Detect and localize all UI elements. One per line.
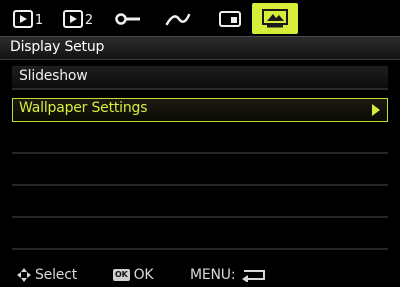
section-header: Display Setup [0,36,400,60]
hint-select: Select [16,267,77,283]
connection-cable-icon [165,13,191,26]
tab-number: 2 [84,13,94,28]
camera-menu-screen: 1 2 Display Setup Slideshow Wallpaper Se… [0,0,400,287]
memory-card-icon [219,11,241,27]
empty-row-divider [12,216,388,218]
page-title: Display Setup [10,39,105,55]
tab-memory-card[interactable] [210,6,250,32]
menu-item-label: Wallpaper Settings [19,100,148,116]
button-hint-bar: Select OK OK MENU: [0,262,400,287]
ok-button-icon: OK [113,269,130,281]
hint-select-label: Select [35,267,77,283]
hint-ok-label: OK [133,267,154,283]
menu-tab-bar: 1 2 [0,0,400,36]
menu-item-wallpaper-settings[interactable]: Wallpaper Settings [12,98,388,122]
hint-menu-back: MENU: [190,267,268,283]
tab-connection[interactable] [158,6,198,32]
tab-display-setup[interactable] [252,3,298,34]
play-icon [12,10,33,28]
menu-item-label: Slideshow [19,68,88,84]
tab-playback-1[interactable]: 1 [8,6,48,32]
menu-item-slideshow[interactable]: Slideshow [12,66,388,90]
tab-number: 1 [34,13,44,28]
wrench-setup-icon [115,13,140,25]
return-arrow-icon [242,270,266,282]
chevron-right-icon [372,104,380,116]
empty-row-divider [12,248,388,250]
play-icon [62,10,83,28]
empty-row-divider [12,184,388,186]
hint-menu-label: MENU: [190,267,236,283]
empty-row-divider [12,152,388,154]
monitor-display-icon [262,8,288,27]
hint-ok: OK OK [113,267,154,283]
dpad-arrows-icon [17,268,31,282]
tab-setup[interactable] [108,6,148,32]
tab-playback-2[interactable]: 2 [58,6,98,32]
